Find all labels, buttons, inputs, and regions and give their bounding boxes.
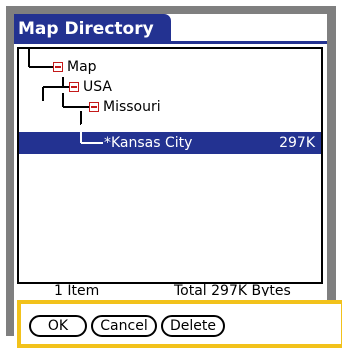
selected-file-size: 297K [279,135,315,151]
selected-connector-line [80,132,103,144]
tree-node-usa[interactable]: USA [83,77,112,97]
button-bar: OK Cancel Delete [17,300,342,348]
directory-tree[interactable]: Map USA Missouri *Kansas City 297K [17,47,323,284]
title-bar: Map Directory [14,14,327,44]
delete-button[interactable]: Delete [161,315,225,337]
tree-connector-lines [28,49,103,126]
tree-node-map[interactable]: Map [67,57,97,77]
status-bar: 1 Item Total 297K Bytes [14,282,327,296]
title-underline [14,41,327,44]
expander-minus-icon[interactable] [69,82,79,92]
selected-file-name: *Kansas City [104,135,193,151]
cancel-button[interactable]: Cancel [91,315,157,337]
tree-node-missouri[interactable]: Missouri [103,97,161,117]
map-directory-screen: Map Directory Map USA Missouri *Kansas C… [14,14,342,348]
expander-minus-icon[interactable] [89,102,99,112]
ok-button[interactable]: OK [29,315,87,337]
window-title: Map Directory [14,14,171,44]
total-bytes: Total 297K Bytes [174,283,291,296]
expander-minus-icon[interactable] [53,62,63,72]
item-count: 1 Item [54,283,100,296]
tree-node-kansas-city-selected[interactable]: *Kansas City 297K [19,132,321,154]
